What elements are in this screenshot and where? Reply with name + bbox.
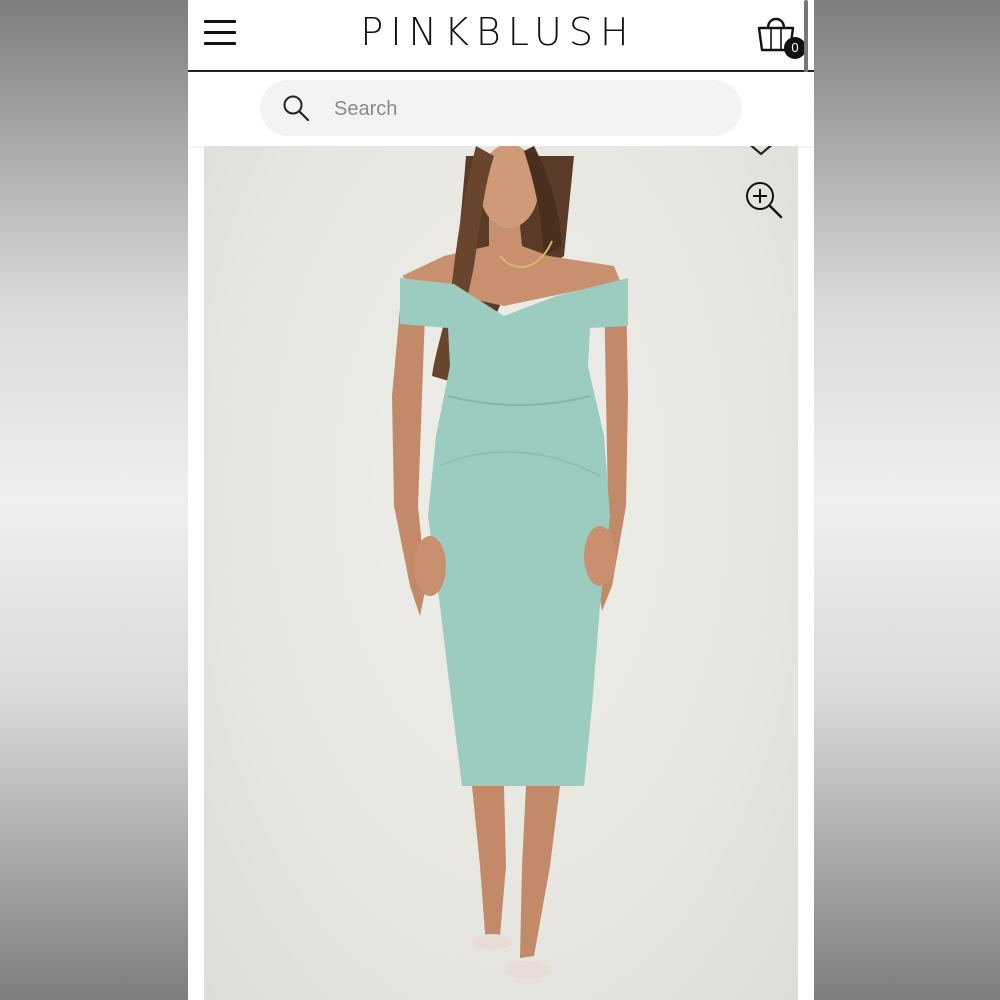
background-blur-left bbox=[0, 0, 188, 1000]
product-image[interactable] bbox=[204, 146, 798, 1000]
model-photo bbox=[392, 146, 628, 979]
phone-screen: PINKBLUSH 0 bbox=[188, 0, 814, 1000]
search-icon[interactable] bbox=[282, 94, 310, 122]
cart-count-badge: 0 bbox=[784, 37, 806, 59]
site-header: PINKBLUSH 0 bbox=[188, 0, 814, 102]
background-blur-right bbox=[814, 0, 1000, 1000]
zoom-in-icon[interactable] bbox=[744, 180, 784, 220]
search-box[interactable] bbox=[260, 80, 742, 136]
brand-logo[interactable]: PINKBLUSH bbox=[298, 10, 698, 54]
hamburger-menu-icon[interactable] bbox=[204, 20, 236, 46]
search-input[interactable] bbox=[332, 92, 716, 126]
search-bar-strip bbox=[188, 72, 814, 146]
heart-icon[interactable] bbox=[744, 146, 778, 160]
